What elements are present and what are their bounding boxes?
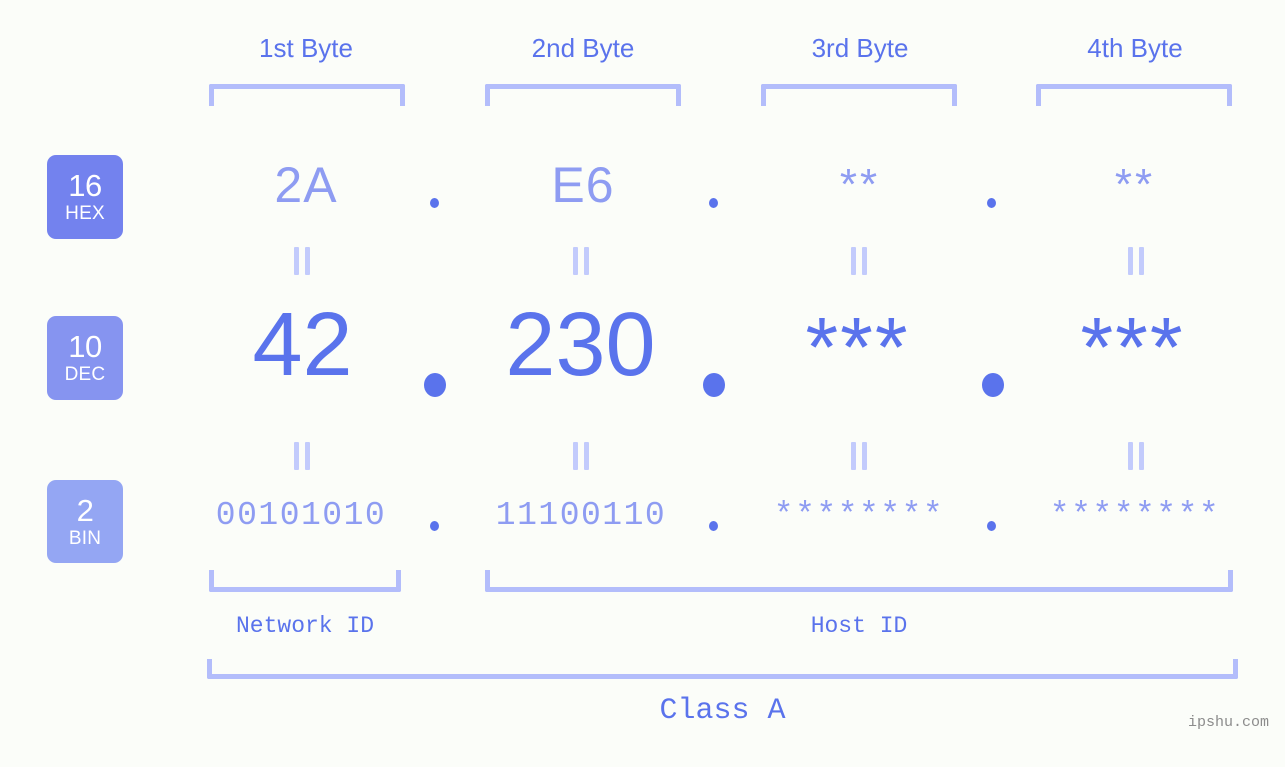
dec-separator-dot-1: [424, 373, 446, 397]
ip-address-breakdown-diagram: 1st Byte 2nd Byte 3rd Byte 4th Byte 16 H…: [0, 0, 1285, 767]
dec-byte-1: 42: [252, 295, 353, 395]
bin-byte-1: 00101010: [215, 497, 387, 534]
bin-separator-dot-2: [709, 521, 718, 531]
class-bracket: [207, 659, 1238, 679]
byte-header-1: 1st Byte: [259, 33, 353, 63]
hex-byte-3: **: [839, 160, 881, 209]
equals-marker-hex-dec-3: [848, 247, 870, 275]
watermark: ipshu.com: [1187, 714, 1269, 731]
equals-marker-dec-bin-2: [570, 442, 592, 470]
network-id-bracket: [209, 570, 401, 592]
byte-bracket-4: [1036, 84, 1232, 106]
base-badge-dec-name: DEC: [64, 364, 106, 385]
byte-header-4: 4th Byte: [1087, 33, 1183, 63]
dec-separator-dot-3: [982, 373, 1004, 397]
bin-separator-dot-1: [430, 521, 439, 531]
dec-byte-4: ***: [1080, 300, 1185, 394]
hex-byte-2: E6: [551, 157, 615, 213]
hex-separator-dot-2: [709, 198, 718, 208]
host-id-bracket: [485, 570, 1233, 592]
dec-byte-3: ***: [805, 300, 910, 394]
equals-marker-hex-dec-2: [570, 247, 592, 275]
byte-bracket-2: [485, 84, 681, 106]
byte-bracket-3: [761, 84, 957, 106]
base-badge-bin-name: BIN: [68, 528, 102, 549]
base-badge-bin-number: 2: [76, 493, 94, 528]
byte-header-3: 3rd Byte: [811, 33, 909, 63]
hex-separator-dot-1: [430, 198, 439, 208]
network-id-label: Network ID: [235, 613, 375, 639]
bin-separator-dot-3: [987, 521, 996, 531]
equals-marker-hex-dec-4: [1125, 247, 1147, 275]
hex-byte-4: **: [1114, 160, 1156, 209]
class-label: Class A: [659, 694, 786, 728]
equals-marker-hex-dec-1: [291, 247, 313, 275]
base-badge-dec-number: 10: [68, 329, 102, 364]
base-badge-hex-number: 16: [68, 168, 102, 203]
base-badge-dec: 10 DEC: [47, 316, 123, 400]
equals-marker-dec-bin-1: [291, 442, 313, 470]
base-badge-hex-name: HEX: [65, 203, 105, 224]
equals-marker-dec-bin-4: [1125, 442, 1147, 470]
dec-byte-2: 230: [505, 295, 656, 395]
base-badge-hex: 16 HEX: [47, 155, 123, 239]
byte-header-2: 2nd Byte: [531, 33, 635, 63]
host-id-label: Host ID: [810, 613, 908, 639]
base-badge-bin: 2 BIN: [47, 480, 123, 563]
bin-byte-4: ********: [1049, 497, 1221, 534]
dec-separator-dot-2: [703, 373, 725, 397]
equals-marker-dec-bin-3: [848, 442, 870, 470]
bin-byte-3: ********: [773, 497, 945, 534]
hex-byte-1: 2A: [274, 157, 338, 213]
byte-bracket-1: [209, 84, 405, 106]
bin-byte-2: 11100110: [495, 497, 667, 534]
hex-separator-dot-3: [987, 198, 996, 208]
